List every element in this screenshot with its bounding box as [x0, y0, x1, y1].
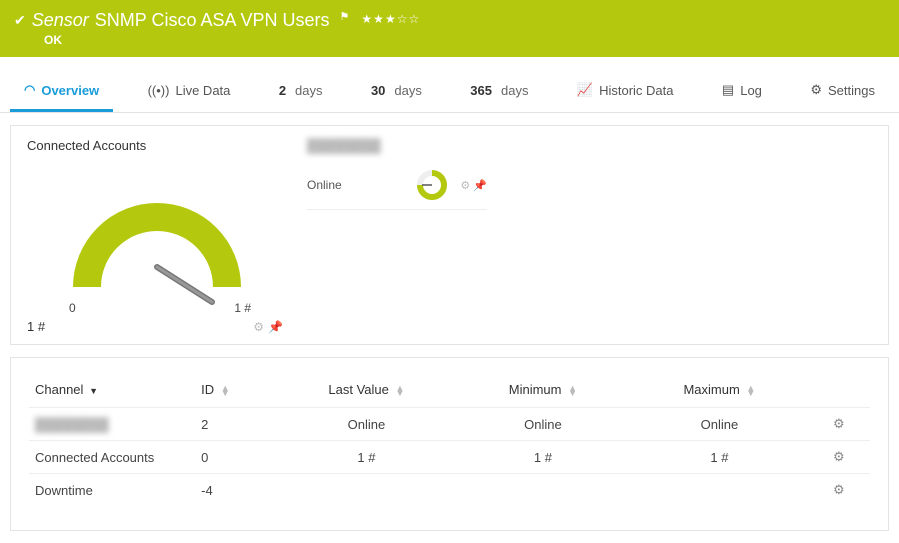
header-label: ID — [201, 382, 214, 397]
tab-label: days — [295, 83, 322, 98]
pin-icon[interactable]: 📌 — [473, 180, 487, 192]
tab-30-days[interactable]: 30 days — [357, 71, 436, 112]
tab-historic-data[interactable]: 📈 Historic Data — [563, 71, 688, 112]
mini-gauge-chart — [414, 167, 450, 203]
tab-label: days — [501, 83, 528, 98]
gauge-max-label: 1 # — [234, 301, 251, 315]
chart-icon: 📈 — [577, 82, 593, 98]
sort-icon: ▲▼ — [221, 386, 230, 396]
sort-icon: ▲▼ — [395, 386, 404, 396]
sensor-status: OK — [44, 33, 885, 47]
secondary-gauge: ████████ Online ⚙ 📌 — [307, 138, 487, 334]
table-row: ████████2OnlineOnlineOnline⚙ — [29, 408, 870, 441]
flag-icon[interactable]: ⚑ — [340, 10, 350, 23]
cell-minimum — [455, 474, 632, 507]
cell-minimum: Online — [455, 408, 632, 441]
table-row: Downtime-4 ⚙ — [29, 474, 870, 507]
cell-maximum: Online — [631, 408, 808, 441]
gauge-value: 1 # — [27, 319, 287, 334]
star-icon[interactable] — [361, 12, 373, 26]
cell-maximum — [631, 474, 808, 507]
tab-365-days[interactable]: 365 days — [456, 71, 542, 112]
channel-table-panel: Channel ▼ ID ▲▼ Last Value ▲▼ Minimum ▲▼… — [10, 357, 889, 531]
channel-table: Channel ▼ ID ▲▼ Last Value ▲▼ Minimum ▲▼… — [29, 374, 870, 506]
tab-number: 2 — [279, 83, 286, 98]
gear-icon: ⚙ — [810, 82, 822, 98]
star-icon[interactable] — [397, 12, 409, 26]
tab-bar: ◠ Overview ((•)) Live Data 2 days 30 day… — [0, 71, 899, 113]
cell-last-value: Online — [278, 408, 455, 441]
gauge-panel: Connected Accounts 0 1 # 1 # ⚙ 📌 ███████… — [10, 125, 889, 345]
col-header-actions — [808, 374, 870, 408]
sensor-title: SNMP Cisco ASA VPN Users — [95, 10, 330, 31]
star-icon[interactable] — [408, 12, 420, 26]
tab-label: Overview — [41, 83, 99, 98]
row-settings-icon[interactable]: ⚙ — [833, 449, 845, 464]
gauge-status-label: Online — [307, 178, 404, 192]
tab-label: Historic Data — [599, 83, 673, 98]
table-row: Connected Accounts01 #1 #1 #⚙ — [29, 441, 870, 474]
rating-stars[interactable] — [361, 12, 420, 26]
cell-channel: ████████ — [29, 408, 195, 441]
sensor-header: ✔ Sensor SNMP Cisco ASA VPN Users ⚑ OK — [0, 0, 899, 57]
cell-id: 2 — [195, 408, 278, 441]
cell-last-value — [278, 474, 455, 507]
gauge-title-redacted: ████████ — [307, 138, 487, 153]
header-label: Minimum — [509, 382, 562, 397]
sort-icon: ▲▼ — [568, 386, 577, 396]
gauge-title: Connected Accounts — [27, 138, 287, 153]
col-header-last-value[interactable]: Last Value ▲▼ — [278, 374, 455, 408]
cell-channel: Connected Accounts — [29, 441, 195, 474]
tab-log[interactable]: ▤ Log — [708, 71, 776, 112]
gauge-min-label: 0 — [69, 301, 76, 315]
tab-overview[interactable]: ◠ Overview — [10, 71, 113, 112]
cell-id: 0 — [195, 441, 278, 474]
cell-minimum: 1 # — [455, 441, 632, 474]
cell-channel: Downtime — [29, 474, 195, 507]
tab-label: days — [394, 83, 421, 98]
cell-id: -4 — [195, 474, 278, 507]
cell-last-value: 1 # — [278, 441, 455, 474]
check-icon: ✔ — [14, 12, 26, 29]
gauge-icon: ◠ — [24, 82, 35, 98]
header-label: Last Value — [328, 382, 388, 397]
row-settings-icon[interactable]: ⚙ — [833, 482, 845, 497]
star-icon[interactable] — [373, 12, 385, 26]
col-header-maximum[interactable]: Maximum ▲▼ — [631, 374, 808, 408]
row-settings-icon[interactable]: ⚙ — [833, 416, 845, 431]
sensor-prefix: Sensor — [32, 10, 89, 31]
sort-icon: ▲▼ — [746, 386, 755, 396]
tab-label: Log — [740, 83, 762, 98]
tab-number: 30 — [371, 83, 385, 98]
star-icon[interactable] — [385, 12, 397, 26]
pin-icon[interactable]: 📌 — [268, 320, 283, 334]
log-icon: ▤ — [722, 82, 734, 98]
gauge-chart — [47, 157, 267, 307]
gear-icon[interactable]: ⚙ — [460, 180, 470, 192]
live-icon: ((•)) — [148, 83, 170, 98]
header-label: Maximum — [683, 382, 739, 397]
tab-2-days[interactable]: 2 days — [265, 71, 337, 112]
sort-desc-icon: ▼ — [89, 386, 98, 396]
header-label: Channel — [35, 382, 83, 397]
col-header-channel[interactable]: Channel ▼ — [29, 374, 195, 408]
tab-label: Settings — [828, 83, 875, 98]
tab-number: 365 — [470, 83, 492, 98]
primary-gauge: Connected Accounts 0 1 # 1 # ⚙ 📌 — [27, 138, 287, 334]
tab-settings[interactable]: ⚙ Settings — [796, 71, 889, 112]
tab-label: Live Data — [175, 83, 230, 98]
col-header-minimum[interactable]: Minimum ▲▼ — [455, 374, 632, 408]
tab-live-data[interactable]: ((•)) Live Data — [134, 71, 245, 112]
col-header-id[interactable]: ID ▲▼ — [195, 374, 278, 408]
cell-maximum: 1 # — [631, 441, 808, 474]
gear-icon[interactable]: ⚙ — [253, 320, 264, 334]
